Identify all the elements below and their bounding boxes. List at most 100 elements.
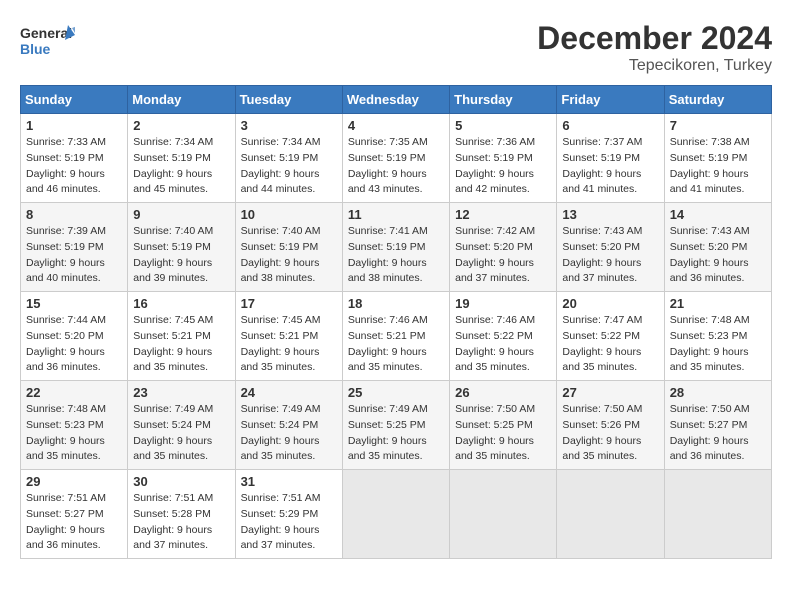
table-row: 9 Sunrise: 7:40 AM Sunset: 5:19 PM Daylig… [128, 203, 235, 292]
table-row: 10 Sunrise: 7:40 AM Sunset: 5:19 PM Dayli… [235, 203, 342, 292]
calendar-week-row: 22 Sunrise: 7:48 AM Sunset: 5:23 PM Dayli… [21, 381, 772, 470]
col-friday: Friday [557, 86, 664, 114]
day-number: 17 [241, 296, 337, 311]
day-number: 4 [348, 118, 444, 133]
day-number: 15 [26, 296, 122, 311]
table-row: 31Sunrise: 7:51 AM Sunset: 5:29 PM Dayli… [235, 470, 342, 559]
table-row: 4Sunrise: 7:35 AM Sunset: 5:19 PM Daylig… [342, 114, 449, 203]
day-info: Sunrise: 7:50 AM Sunset: 5:27 PM Dayligh… [670, 402, 766, 465]
table-row: 20 Sunrise: 7:47 AM Sunset: 5:22 PM Dayli… [557, 292, 664, 381]
day-info: Sunrise: 7:49 AM Sunset: 5:24 PM Dayligh… [133, 402, 229, 465]
day-info: Sunrise: 7:48 AM Sunset: 5:23 PM Dayligh… [26, 402, 122, 465]
day-info: Sunrise: 7:51 AM Sunset: 5:28 PM Dayligh… [133, 491, 229, 554]
day-number: 30 [133, 474, 229, 489]
day-info: Sunrise: 7:45 AM Sunset: 5:21 PM Dayligh… [133, 313, 229, 376]
title-month: December 2024 [537, 20, 772, 57]
calendar-week-row: 8 Sunrise: 7:39 AM Sunset: 5:19 PM Daylig… [21, 203, 772, 292]
day-number: 29 [26, 474, 122, 489]
calendar-table: Sunday Monday Tuesday Wednesday Thursday… [20, 85, 772, 559]
day-info: Sunrise: 7:43 AM Sunset: 5:20 PM Dayligh… [670, 224, 766, 287]
table-row: 6 Sunrise: 7:37 AM Sunset: 5:19 PM Daylig… [557, 114, 664, 203]
calendar-week-row: 15 Sunrise: 7:44 AM Sunset: 5:20 PM Dayli… [21, 292, 772, 381]
day-number: 20 [562, 296, 658, 311]
table-row: 16Sunrise: 7:45 AM Sunset: 5:21 PM Dayli… [128, 292, 235, 381]
day-number: 14 [670, 207, 766, 222]
col-sunday: Sunday [21, 86, 128, 114]
logo: General Blue [20, 20, 75, 60]
day-info: Sunrise: 7:39 AM Sunset: 5:19 PM Dayligh… [26, 224, 122, 287]
day-number: 9 [133, 207, 229, 222]
table-row: 8 Sunrise: 7:39 AM Sunset: 5:19 PM Daylig… [21, 203, 128, 292]
table-row [664, 470, 771, 559]
day-info: Sunrise: 7:47 AM Sunset: 5:22 PM Dayligh… [562, 313, 658, 376]
table-row: 27Sunrise: 7:50 AM Sunset: 5:26 PM Dayli… [557, 381, 664, 470]
table-row: 13 Sunrise: 7:43 AM Sunset: 5:20 PM Dayli… [557, 203, 664, 292]
day-info: Sunrise: 7:40 AM Sunset: 5:19 PM Dayligh… [241, 224, 337, 287]
day-number: 1 [26, 118, 122, 133]
table-row: 11Sunrise: 7:41 AM Sunset: 5:19 PM Dayli… [342, 203, 449, 292]
day-number: 25 [348, 385, 444, 400]
day-number: 18 [348, 296, 444, 311]
day-number: 22 [26, 385, 122, 400]
table-row: 5 Sunrise: 7:36 AM Sunset: 5:19 PM Daylig… [450, 114, 557, 203]
col-saturday: Saturday [664, 86, 771, 114]
col-monday: Monday [128, 86, 235, 114]
table-row: 30 Sunrise: 7:51 AM Sunset: 5:28 PM Dayli… [128, 470, 235, 559]
svg-text:Blue: Blue [20, 41, 51, 57]
page-container: General Blue December 2024 Tepecikoren, … [20, 20, 772, 559]
day-info: Sunrise: 7:49 AM Sunset: 5:24 PM Dayligh… [241, 402, 337, 465]
day-info: Sunrise: 7:51 AM Sunset: 5:29 PM Dayligh… [241, 491, 337, 554]
table-row [557, 470, 664, 559]
calendar-week-row: 29 Sunrise: 7:51 AM Sunset: 5:27 PM Dayli… [21, 470, 772, 559]
table-row: 15 Sunrise: 7:44 AM Sunset: 5:20 PM Dayli… [21, 292, 128, 381]
day-number: 2 [133, 118, 229, 133]
table-row: 7Sunrise: 7:38 AM Sunset: 5:19 PM Daylig… [664, 114, 771, 203]
day-info: Sunrise: 7:43 AM Sunset: 5:20 PM Dayligh… [562, 224, 658, 287]
table-row: 29 Sunrise: 7:51 AM Sunset: 5:27 PM Dayli… [21, 470, 128, 559]
col-thursday: Thursday [450, 86, 557, 114]
table-row: 26Sunrise: 7:50 AM Sunset: 5:25 PM Dayli… [450, 381, 557, 470]
day-number: 6 [562, 118, 658, 133]
day-number: 5 [455, 118, 551, 133]
day-info: Sunrise: 7:42 AM Sunset: 5:20 PM Dayligh… [455, 224, 551, 287]
day-info: Sunrise: 7:44 AM Sunset: 5:20 PM Dayligh… [26, 313, 122, 376]
day-number: 7 [670, 118, 766, 133]
table-row: 2 Sunrise: 7:34 AM Sunset: 5:19 PM Daylig… [128, 114, 235, 203]
table-row: 23Sunrise: 7:49 AM Sunset: 5:24 PM Dayli… [128, 381, 235, 470]
day-number: 12 [455, 207, 551, 222]
logo-icon: General Blue [20, 20, 70, 60]
day-number: 10 [241, 207, 337, 222]
day-info: Sunrise: 7:49 AM Sunset: 5:25 PM Dayligh… [348, 402, 444, 465]
table-row: 22 Sunrise: 7:48 AM Sunset: 5:23 PM Dayli… [21, 381, 128, 470]
table-row: 21Sunrise: 7:48 AM Sunset: 5:23 PM Dayli… [664, 292, 771, 381]
calendar-week-row: 1Sunrise: 7:33 AM Sunset: 5:19 PM Daylig… [21, 114, 772, 203]
day-info: Sunrise: 7:34 AM Sunset: 5:19 PM Dayligh… [133, 135, 229, 198]
table-row: 18 Sunrise: 7:46 AM Sunset: 5:21 PM Dayli… [342, 292, 449, 381]
table-row: 25 Sunrise: 7:49 AM Sunset: 5:25 PM Dayli… [342, 381, 449, 470]
table-row: 1Sunrise: 7:33 AM Sunset: 5:19 PM Daylig… [21, 114, 128, 203]
col-wednesday: Wednesday [342, 86, 449, 114]
day-info: Sunrise: 7:34 AM Sunset: 5:19 PM Dayligh… [241, 135, 337, 198]
table-row: 3 Sunrise: 7:34 AM Sunset: 5:19 PM Daylig… [235, 114, 342, 203]
table-row: 19Sunrise: 7:46 AM Sunset: 5:22 PM Dayli… [450, 292, 557, 381]
title-block: December 2024 Tepecikoren, Turkey [537, 20, 772, 75]
table-row [450, 470, 557, 559]
table-row: 28Sunrise: 7:50 AM Sunset: 5:27 PM Dayli… [664, 381, 771, 470]
day-number: 19 [455, 296, 551, 311]
day-info: Sunrise: 7:41 AM Sunset: 5:19 PM Dayligh… [348, 224, 444, 287]
table-row: 17Sunrise: 7:45 AM Sunset: 5:21 PM Dayli… [235, 292, 342, 381]
day-number: 13 [562, 207, 658, 222]
day-info: Sunrise: 7:51 AM Sunset: 5:27 PM Dayligh… [26, 491, 122, 554]
title-location: Tepecikoren, Turkey [537, 57, 772, 75]
day-number: 27 [562, 385, 658, 400]
table-row: 12 Sunrise: 7:42 AM Sunset: 5:20 PM Dayli… [450, 203, 557, 292]
day-info: Sunrise: 7:46 AM Sunset: 5:21 PM Dayligh… [348, 313, 444, 376]
day-number: 3 [241, 118, 337, 133]
day-number: 8 [26, 207, 122, 222]
header: General Blue December 2024 Tepecikoren, … [20, 20, 772, 75]
day-info: Sunrise: 7:40 AM Sunset: 5:19 PM Dayligh… [133, 224, 229, 287]
day-info: Sunrise: 7:36 AM Sunset: 5:19 PM Dayligh… [455, 135, 551, 198]
col-tuesday: Tuesday [235, 86, 342, 114]
day-number: 21 [670, 296, 766, 311]
day-info: Sunrise: 7:37 AM Sunset: 5:19 PM Dayligh… [562, 135, 658, 198]
